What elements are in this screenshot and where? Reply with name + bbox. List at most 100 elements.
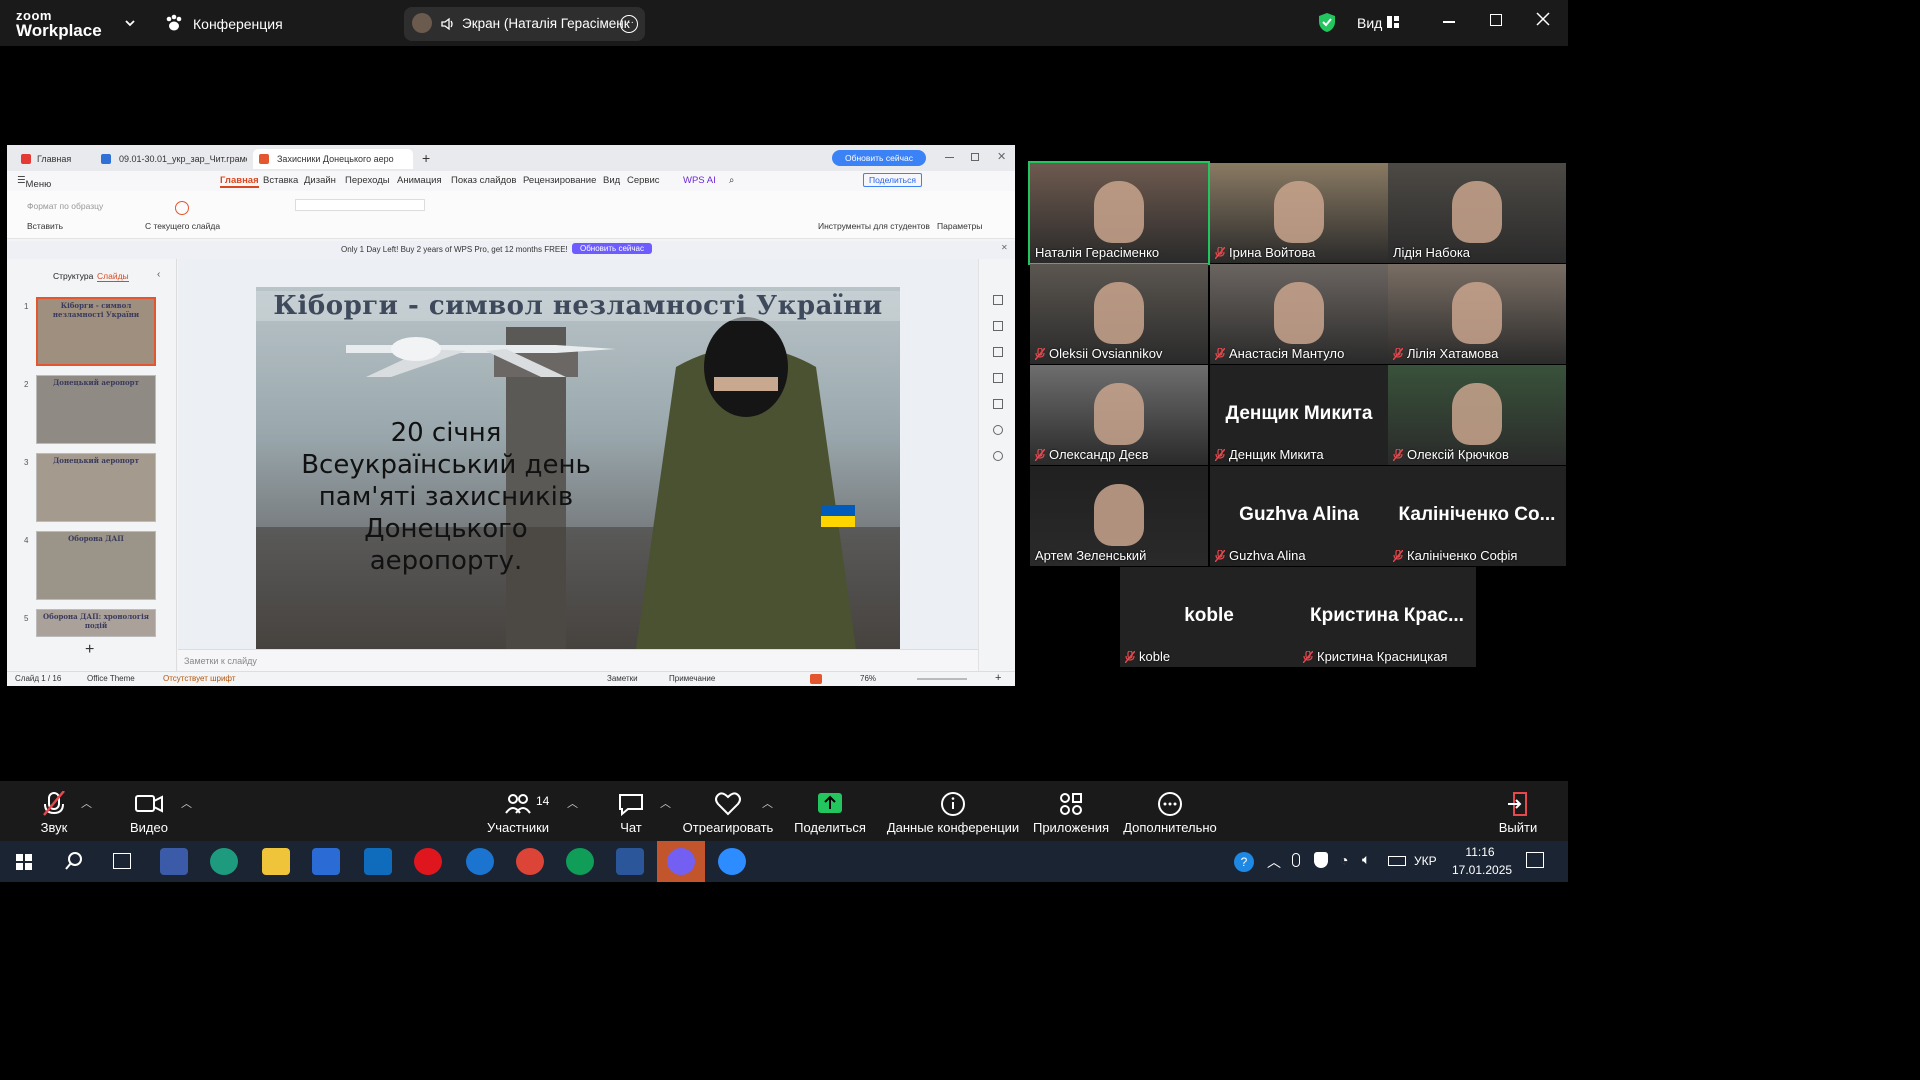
leave-button[interactable]: Выйти [1494, 781, 1542, 841]
word-icon[interactable] [616, 848, 644, 875]
format-painter-button[interactable]: Формат по образцу [27, 201, 103, 211]
screen-share-indicator[interactable]: Экран (Наталія Герасіменк ··· [404, 7, 645, 41]
menu-home[interactable]: Главная [220, 175, 259, 188]
menu-button[interactable]: ☰ Меню [17, 175, 51, 190]
tool-icon[interactable] [993, 399, 1003, 409]
menu-animation[interactable]: Анимация [397, 175, 442, 186]
current-slide[interactable]: Кіборги - символ незламності України 20 … [256, 287, 900, 649]
participant-tile[interactable]: Олексій Крючков [1388, 365, 1566, 465]
search-icon[interactable] [64, 851, 84, 876]
paste-button[interactable]: Вставить [27, 221, 63, 231]
video-button[interactable]: Видео [124, 781, 174, 841]
menu-insert[interactable]: Вставка [263, 175, 298, 186]
participant-tile[interactable]: Наталія Герасіменко [1028, 161, 1210, 265]
keyboard-language[interactable]: УКР [1414, 854, 1437, 868]
menu-service[interactable]: Сервис [627, 175, 660, 186]
slide-thumbnail-4[interactable]: Оборона ДАП [36, 531, 156, 600]
tab-outline[interactable]: Структура [53, 271, 93, 281]
font-family-select[interactable] [295, 199, 425, 211]
collapse-panel-icon[interactable]: ‹ [157, 269, 160, 280]
share-screen-button[interactable]: Поделиться [790, 781, 870, 841]
participant-tile[interactable]: Олександр Деєв [1030, 365, 1208, 465]
security-shield-icon[interactable] [1318, 12, 1336, 38]
zoom-slider[interactable] [917, 678, 967, 680]
participant-tile[interactable]: Лілія Хатамова [1388, 264, 1566, 364]
tool-icon[interactable] [993, 321, 1003, 331]
participant-tile[interactable]: Oleksii Ovsiannikov [1030, 264, 1208, 364]
meeting-info-button[interactable]: Данные конференции [884, 781, 1022, 841]
new-tab-icon[interactable]: + [422, 150, 430, 166]
minimize-icon[interactable] [1443, 21, 1455, 23]
close-icon[interactable] [1536, 12, 1550, 31]
slide-notes-field[interactable]: Заметки к слайду [178, 649, 978, 671]
participants-caret[interactable]: ︿ [567, 795, 578, 811]
mic-tray-icon[interactable] [1292, 853, 1300, 867]
search-icon[interactable]: ⌕ [729, 175, 734, 186]
tab-presentation[interactable]: Захисники Донецького аеро [253, 149, 413, 169]
help-icon[interactable] [993, 451, 1003, 461]
windows-start-icon[interactable] [16, 854, 32, 875]
wps-restore-icon[interactable] [971, 153, 979, 161]
promo-update-button[interactable]: Обновить сейчас [572, 243, 652, 254]
play-slide-icon[interactable] [175, 201, 189, 215]
params-button[interactable]: Параметры [937, 221, 982, 231]
zoom-level[interactable]: 76% [860, 674, 876, 683]
zoom-app-icon[interactable] [718, 848, 746, 875]
participant-tile[interactable]: Анастасія Мантуло [1210, 264, 1388, 364]
react-button[interactable]: Отреагировать [680, 781, 776, 841]
meeting-label[interactable]: Конференция [193, 16, 283, 32]
tab-home[interactable]: Главная [13, 149, 93, 169]
menu-slideshow[interactable]: Показ слайдов [451, 175, 516, 186]
participant-tile[interactable]: Кристина Крас... Кристина Красницкая [1298, 567, 1476, 667]
slide-thumbnail-1[interactable]: Кіборги - символ незламності України [36, 297, 156, 366]
add-slide-icon[interactable]: + [85, 641, 94, 659]
task-view-icon[interactable] [113, 853, 131, 869]
more-options-icon[interactable]: ··· [620, 15, 638, 33]
participant-tile[interactable]: Ірина Войтова [1210, 163, 1388, 263]
edge-browser-icon[interactable] [210, 848, 238, 875]
theme-name[interactable]: Office Theme [87, 674, 135, 683]
outlook-icon[interactable] [364, 848, 392, 875]
chat-caret[interactable]: ︿ [660, 795, 671, 811]
zoom-in-icon[interactable]: + [995, 672, 1001, 684]
notes-toggle[interactable]: Заметки [607, 674, 638, 683]
chevron-down-icon[interactable] [124, 16, 136, 34]
battery-icon[interactable] [1388, 856, 1406, 866]
tray-overflow-icon[interactable]: ︿ [1267, 852, 1281, 872]
wps-minimize-icon[interactable] [945, 157, 954, 158]
participant-tile[interactable]: Лідія Набока [1388, 163, 1566, 263]
student-tools-button[interactable]: Инструменты для студентов [818, 221, 930, 231]
chrome-icon[interactable] [516, 848, 544, 875]
menu-wps-ai[interactable]: WPS AI [683, 175, 716, 186]
store-icon[interactable] [312, 848, 340, 875]
app-icon-floppy[interactable] [160, 848, 188, 875]
from-current-slide-button[interactable]: С текущего слайда [145, 221, 220, 231]
tab-slides[interactable]: Слайды [97, 271, 129, 282]
react-caret[interactable]: ︿ [762, 795, 773, 811]
clock-date[interactable]: 17.01.2025 [1452, 863, 1512, 877]
video-options-caret[interactable]: ︿ [181, 795, 192, 811]
missing-font-warning[interactable]: Отсутствует шрифт [163, 674, 236, 683]
file-explorer-icon[interactable] [262, 848, 290, 875]
more-button[interactable]: Дополнительно [1120, 781, 1220, 841]
history-icon[interactable] [993, 425, 1003, 435]
viber-icon[interactable] [667, 848, 695, 875]
defender-tray-icon[interactable] [1314, 852, 1328, 868]
wifi-icon[interactable]: ◔ [1340, 852, 1348, 868]
tab-document[interactable]: 09.01-30.01_укр_зар_Чит.грамотн [95, 149, 247, 169]
star-icon[interactable] [993, 373, 1003, 383]
tool-icon[interactable] [993, 347, 1003, 357]
wps-close-icon[interactable]: ✕ [997, 150, 1006, 163]
audio-options-caret[interactable]: ︿ [81, 795, 92, 811]
participant-tile[interactable]: Артем Зеленський [1030, 466, 1208, 566]
menu-review[interactable]: Рецензирование [523, 175, 596, 186]
menu-view[interactable]: Вид [603, 175, 620, 186]
chrome-profile-icon[interactable] [566, 848, 594, 875]
share-button[interactable]: Поделиться [863, 173, 922, 187]
participant-tile[interactable]: koble koble [1120, 567, 1298, 667]
notifications-icon[interactable] [1526, 852, 1544, 868]
audio-button[interactable]: Звук [30, 781, 78, 841]
apps-button[interactable]: Приложения [1030, 781, 1112, 841]
opera-icon[interactable] [414, 848, 442, 875]
slide-thumbnail-5[interactable]: Оборона ДАП: хронологія подій [36, 609, 156, 637]
